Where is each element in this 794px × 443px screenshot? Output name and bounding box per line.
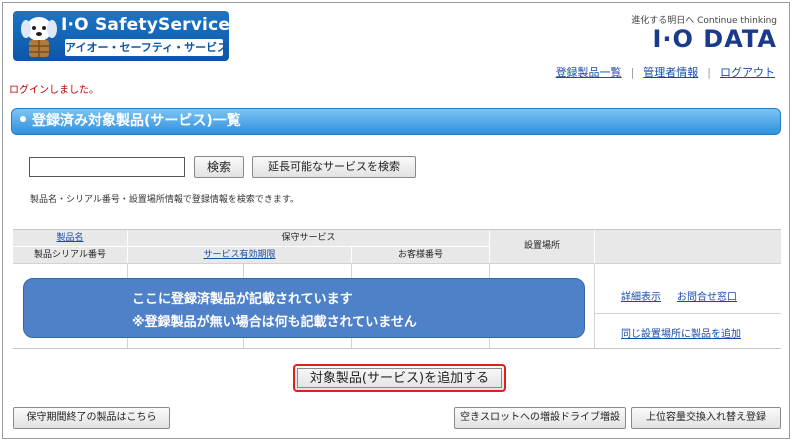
sort-valid-period-link[interactable]: サービス有効期限: [203, 250, 275, 260]
add-product-button[interactable]: 対象製品(サービス)を追加する: [293, 364, 506, 392]
search-hint: 製品名・シリアル番号・設置場所情報で登録情報を検索できます。: [30, 195, 300, 205]
header-serial: 製品シリアル番号: [13, 247, 127, 263]
registered-products-link[interactable]: 登録製品一覧: [556, 66, 622, 79]
nav-separator: |: [630, 66, 635, 79]
detail-link[interactable]: 詳細表示: [621, 288, 661, 303]
section-title: 登録済み対象製品(サービス)一覧: [32, 113, 241, 129]
row-divider: [595, 313, 781, 314]
dog-mascot-icon: [21, 17, 57, 57]
logout-link[interactable]: ログアウト: [720, 66, 775, 79]
brand-block: 進化する明日へ Continue thinking I·O DATA: [631, 13, 777, 52]
search-input[interactable]: [29, 157, 185, 177]
login-message: ログインしました。: [9, 85, 99, 96]
expired-products-button[interactable]: 保守期間終了の製品はこちら: [13, 407, 170, 429]
column-divider: [594, 263, 595, 348]
nav-separator: |: [707, 66, 711, 79]
sort-product-name-link[interactable]: 製品名: [56, 233, 83, 243]
add-same-location-link[interactable]: 同じ設置場所に製品を追加: [621, 325, 741, 340]
placeholder-notice: ここに登録済製品が記載されています ※登録製品が無い場合は何も記載されていません: [23, 278, 585, 338]
search-button[interactable]: 検索: [194, 156, 244, 178]
admin-info-link[interactable]: 管理者情報: [643, 66, 698, 79]
logo-subtitle: アイオー・セーフティ・サービス: [65, 39, 229, 56]
notice-line-2: ※登録製品が無い場合は何も記載されていません: [132, 315, 417, 330]
safety-service-logo: I·O SafetyService アイオー・セーフティ・サービス: [13, 11, 229, 61]
bullet-icon: [20, 116, 26, 122]
logo-title: I·O SafetyService: [61, 15, 229, 35]
section-header: 登録済み対象製品(サービス)一覧: [11, 108, 781, 135]
page-frame: I·O SafetyService アイオー・セーフティ・サービス 進化する明日…: [2, 2, 790, 439]
contact-link[interactable]: お問合せ窓口: [677, 288, 737, 303]
slot-drive-add-button[interactable]: 空きスロットへの増設ドライブ増設: [454, 407, 626, 429]
header-product-name: 製品名: [13, 230, 127, 246]
header-location: 設置場所: [490, 230, 594, 263]
header-actions: [595, 230, 781, 263]
iodata-logo: I·O DATA: [652, 25, 777, 53]
header-customer-no: お客様番号: [352, 247, 489, 263]
add-product-label: 対象製品(サービス)を追加する: [297, 368, 502, 388]
row-divider: [13, 263, 781, 264]
upgrade-swap-button[interactable]: 上位容量交換入れ替え登録: [631, 407, 781, 429]
notice-line-1: ここに登録済製品が記載されています: [132, 292, 353, 307]
top-nav: 登録製品一覧 | 管理者情報 | ログアウト: [556, 64, 775, 80]
extendable-service-search-button[interactable]: 延長可能なサービスを検索: [252, 156, 416, 178]
header-maintenance-service: 保守サービス: [128, 230, 489, 246]
header-valid-period: サービス有効期限: [128, 247, 351, 263]
